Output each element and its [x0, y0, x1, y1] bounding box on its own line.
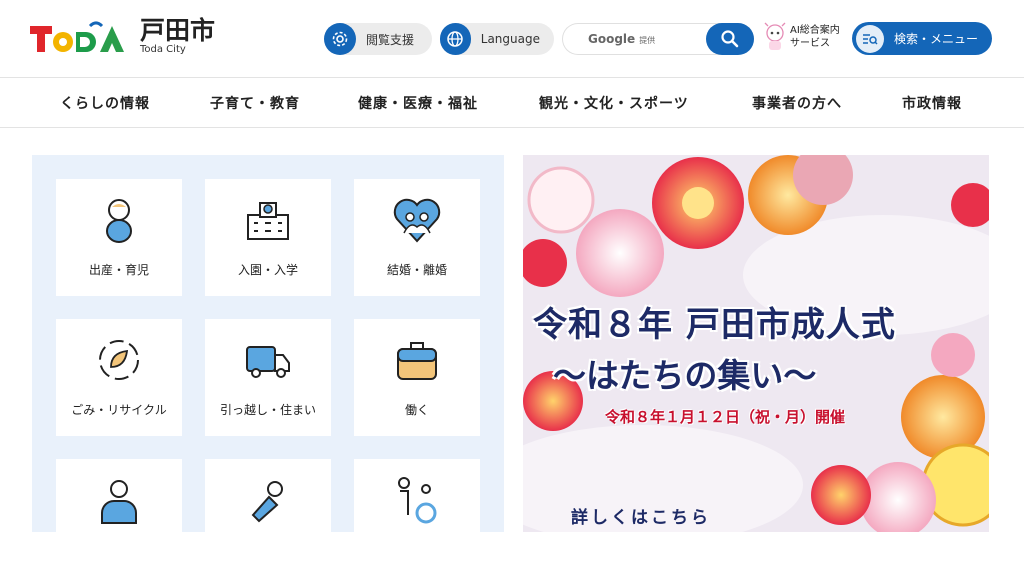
- toda-logo-mark: [30, 20, 132, 54]
- globe-icon: [440, 23, 471, 55]
- site-header: 戸田市 Toda City 閲覧支援 Language Google 提供 AI総…: [0, 0, 1024, 78]
- ai-mascot-icon: [764, 22, 786, 50]
- search-menu-button[interactable]: 検索・メニュー: [852, 22, 992, 55]
- reading-support-button[interactable]: 閲覧支援: [324, 23, 432, 55]
- moving-truck-icon: [246, 346, 290, 378]
- recycle-icon: [99, 340, 139, 380]
- banner-subtitle: 〜はたちの集い〜: [553, 356, 817, 395]
- ai-guide-link[interactable]: AI総合案内 サービス: [762, 22, 840, 52]
- tile-label: 引っ越し・住まい: [219, 403, 316, 417]
- logo-city-name-en: Toda City: [140, 44, 186, 55]
- tile-marriage-divorce[interactable]: 結婚・離婚: [354, 179, 480, 296]
- tile-label: 入園・入学: [237, 263, 298, 277]
- site-logo[interactable]: 戸田市 Toda City: [30, 18, 215, 56]
- banner-date: 令和８年１月１２日（祝・月）開催: [605, 408, 846, 426]
- heart-couple-icon: [393, 198, 441, 243]
- banner-title: 令和８年 戸田市成人式: [533, 305, 896, 345]
- bouquet-icon: [251, 481, 283, 523]
- tile-work[interactable]: 働く: [354, 319, 480, 436]
- tile-birth-childcare[interactable]: 出産・育児: [56, 179, 182, 296]
- briefcase-icon: [397, 342, 437, 380]
- tile-label: 働く: [404, 403, 429, 417]
- menu-search-icon: [856, 24, 884, 53]
- baby-icon: [106, 199, 132, 243]
- tile-label: ごみ・リサイクル: [71, 403, 167, 417]
- tile-garbage-recycle[interactable]: ごみ・リサイクル: [56, 319, 182, 436]
- school-icon: [247, 202, 289, 240]
- google-brand: Google: [588, 32, 636, 46]
- coming-of-age-banner[interactable]: 令和８年 戸田市成人式 〜はたちの集い〜 令和８年１月１２日（祝・月）開催 詳し…: [523, 155, 989, 532]
- reading-support-label: 閲覧支援: [366, 32, 415, 47]
- tile-label: 出産・育児: [88, 263, 149, 277]
- search-button[interactable]: [706, 23, 754, 55]
- tile-school-entry[interactable]: 入園・入学: [205, 179, 331, 296]
- nav-item-city-info[interactable]: 市政情報: [902, 93, 962, 113]
- nav-item-health[interactable]: 健康・医療・福祉: [358, 93, 478, 113]
- language-button[interactable]: Language: [440, 23, 554, 55]
- ai-guide-line1: AI総合案内: [790, 25, 840, 36]
- tile-label: 結婚・離婚: [386, 263, 447, 277]
- banner-more-link[interactable]: 詳しくはこちら: [571, 503, 711, 528]
- life-event-panel: 出産・育児 入園・入学 結婚・離婚 ごみ・リサイクル 引っ越し・住まい 働く: [32, 155, 504, 576]
- nav-item-business[interactable]: 事業者の方へ: [752, 93, 842, 113]
- language-label: Language: [480, 32, 540, 46]
- search-menu-label: 検索・メニュー: [894, 32, 979, 46]
- search-input[interactable]: Google 提供: [588, 32, 655, 46]
- tile-moving-housing[interactable]: 引っ越し・住まい: [205, 319, 331, 436]
- global-nav: くらしの情報 子育て・教育 健康・医療・福祉 観光・文化・スポーツ 事業者の方へ…: [0, 79, 1024, 128]
- wheelchair-icon: [398, 477, 437, 524]
- logo-city-name: 戸田市: [140, 16, 216, 45]
- tile-doctor[interactable]: [56, 459, 182, 576]
- gear-icon: [324, 23, 356, 55]
- search-icon: [721, 30, 739, 48]
- nav-item-living[interactable]: くらしの情報: [60, 93, 150, 113]
- ai-guide-line2: サービス: [790, 38, 830, 49]
- doctor-icon: [101, 480, 137, 524]
- site-search[interactable]: Google 提供: [562, 23, 754, 55]
- nav-item-childcare[interactable]: 子育て・教育: [210, 93, 300, 113]
- nav-item-tourism[interactable]: 観光・文化・スポーツ: [539, 93, 689, 113]
- tile-welfare[interactable]: [354, 459, 480, 576]
- tile-bouquet[interactable]: [205, 459, 331, 576]
- google-provided-label: 提供: [639, 36, 656, 45]
